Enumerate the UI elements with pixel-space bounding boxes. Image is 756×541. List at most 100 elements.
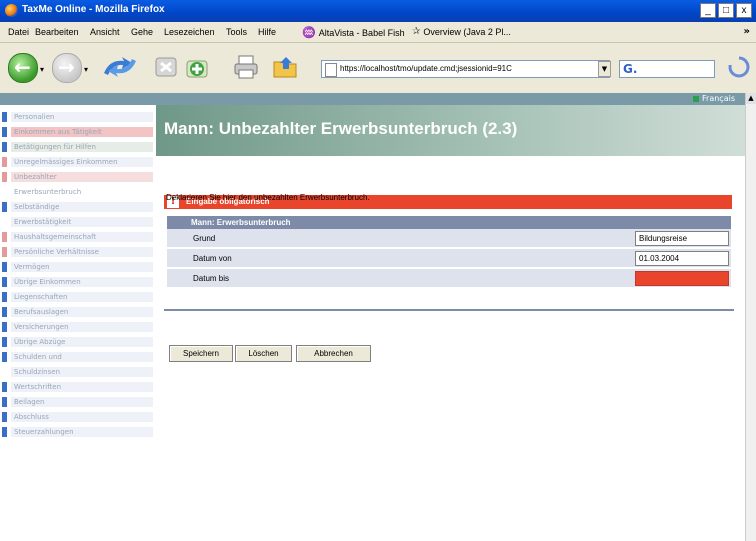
sidebar-item-label: Liegenschaften <box>11 292 153 302</box>
menu-overflow-chevron[interactable]: » <box>744 26 750 37</box>
chevron-down-icon[interactable]: ▾ <box>40 65 48 74</box>
sidebar-item-label: Selbständige <box>11 202 153 212</box>
chevron-down-icon[interactable]: ▾ <box>84 65 92 74</box>
menu-gehe[interactable]: Gehe <box>131 27 153 37</box>
sidebar-item-label: Versicherungen <box>11 322 153 332</box>
sidebar-marker-icon <box>2 202 7 212</box>
delete-button[interactable]: Löschen <box>235 345 292 362</box>
sidebar-item-label: Berufsauslagen <box>11 307 153 317</box>
sidebar-item-label: Einkommen aus Tätigkeit <box>11 127 153 137</box>
menu-tools[interactable]: Tools <box>226 27 247 37</box>
forward-icon[interactable] <box>52 53 82 83</box>
sidebar-item[interactable]: Betätigungen für Hilfen <box>0 141 156 153</box>
babelfish-icon: ♒ <box>302 27 316 39</box>
sidebar-item[interactable]: Versicherungen <box>0 321 156 333</box>
form-row-grund: Grund Bildungsreise <box>167 229 731 249</box>
sidebar-item[interactable]: Erwerbstätigkeit <box>0 216 156 228</box>
sidebar-marker-icon <box>2 157 7 167</box>
sidebar-item[interactable]: Steuerzahlungen <box>0 426 156 438</box>
sidebar-marker-icon <box>2 172 7 182</box>
language-switch[interactable]: Français <box>693 94 735 103</box>
cancel-button[interactable]: Abbrechen <box>296 345 371 362</box>
web-page: Français Personalien Einkommen aus Tätigk… <box>0 93 745 541</box>
page-icon <box>325 63 337 77</box>
sidebar-item[interactable]: Haushaltsgemeinschaft <box>0 231 156 243</box>
sidebar-marker-icon <box>2 112 7 122</box>
sidebar-item-label: Persönliche Verhältnisse <box>11 247 153 257</box>
window-controls: _ □ x <box>700 3 752 18</box>
maximize-button[interactable]: □ <box>718 3 734 18</box>
bookmark-altavista[interactable]: ♒ AltaVista - Babel Fish <box>302 26 405 39</box>
url-dropdown-button[interactable]: ▼ <box>598 61 611 77</box>
field-label: Grund <box>193 234 216 243</box>
back-icon[interactable] <box>8 53 38 83</box>
title-bar: TaxMe Online - Mozilla Firefox _ □ x <box>0 0 756 22</box>
bookmark-java-overview[interactable]: ✰ Overview (Java 2 Pl... <box>412 26 511 37</box>
bookmark-label: AltaVista - Babel Fish <box>318 27 405 38</box>
vertical-scrollbar[interactable]: ▲ <box>745 93 756 541</box>
stop-icon[interactable] <box>153 53 181 81</box>
sidebar-item[interactable]: Übrige Abzüge <box>0 336 156 348</box>
scroll-up-icon[interactable]: ▲ <box>746 93 756 104</box>
save-button[interactable]: Speichern <box>169 345 233 362</box>
bookmark-label: Overview (Java 2 Pl... <box>423 26 511 37</box>
sidebar-item[interactable]: Vermögen <box>0 261 156 273</box>
menu-bearbeiten[interactable]: Bearbeiten <box>35 27 79 37</box>
intro-text: Deklarieren Sie hier den unbezahlten Erw… <box>166 193 370 202</box>
sidebar-marker-icon <box>2 292 7 302</box>
menu-lesezeichen[interactable]: Lesezeichen <box>164 27 215 37</box>
field-label: Datum bis <box>193 274 230 283</box>
sidebar-item-label: Beilagen <box>11 397 153 407</box>
menu-datei[interactable]: Datei <box>8 27 29 37</box>
sidebar-item-label: Erwerbstätigkeit <box>11 217 153 227</box>
sidebar-item-label: Vermögen <box>11 262 153 272</box>
reload-icon[interactable] <box>100 53 140 81</box>
sidebar-marker-icon <box>2 277 7 287</box>
sidebar-item-label: Schulden und <box>11 352 153 362</box>
grund-input[interactable]: Bildungsreise <box>635 231 729 246</box>
sidebar-marker-icon <box>2 352 7 362</box>
close-button[interactable]: x <box>736 3 752 18</box>
menu-ansicht[interactable]: Ansicht <box>90 27 120 37</box>
sidebar-item[interactable]: Schuldzinsen <box>0 366 156 378</box>
sidebar-item-label: Übrige Abzüge <box>11 337 153 347</box>
sidebar-item[interactable]: Berufsauslagen <box>0 306 156 318</box>
sidebar-marker-icon <box>2 307 7 317</box>
sidebar-marker-icon <box>2 217 7 227</box>
sidebar-item[interactable]: Übrige Einkommen <box>0 276 156 288</box>
sidebar-item[interactable]: Unregelmässiges Einkommen <box>0 156 156 168</box>
home-icon[interactable] <box>185 53 213 81</box>
page-header: Mann: Unbezahlter Erwerbsunterbruch (2.3… <box>156 105 745 156</box>
sidebar-marker-icon <box>2 322 7 332</box>
throbber-icon <box>727 55 750 78</box>
sidebar-item[interactable]: Abschluss <box>0 411 156 423</box>
sidebar-item[interactable]: Erwerbsunterbruch <box>0 186 156 198</box>
form-section-header: Mann: Erwerbsunterbruch <box>167 216 731 229</box>
print-icon[interactable] <box>232 53 260 81</box>
sidebar-item-label: Unbezahlter <box>11 172 153 182</box>
sidebar-marker-icon <box>2 262 7 272</box>
sidebar-item[interactable]: Liegenschaften <box>0 291 156 303</box>
search-box[interactable]: G. <box>619 60 715 78</box>
minimize-button[interactable]: _ <box>700 3 716 18</box>
sidebar-item[interactable]: Schulden und <box>0 351 156 363</box>
menu-hilfe[interactable]: Hilfe <box>258 27 276 37</box>
sidebar-item[interactable]: Personalien <box>0 111 156 123</box>
sidebar-marker-icon <box>2 127 7 137</box>
sidebar-item[interactable]: Selbständige <box>0 201 156 213</box>
window-title: TaxMe Online - Mozilla Firefox <box>22 4 165 15</box>
sidebar-item[interactable]: Einkommen aus Tätigkeit <box>0 126 156 138</box>
sidebar-marker-icon <box>2 397 7 407</box>
open-folder-icon[interactable] <box>272 53 300 81</box>
url-bar[interactable]: https://localhost/tmo/update.cmd;jsessio… <box>321 60 610 78</box>
sidebar-item[interactable]: Persönliche Verhältnisse <box>0 246 156 258</box>
datum-bis-input[interactable] <box>635 271 729 286</box>
datum-von-input[interactable]: 01.03.2004 <box>635 251 729 266</box>
sidebar-marker-icon <box>2 142 7 152</box>
sidebar-item[interactable]: Wertschriften <box>0 381 156 393</box>
browser-window: TaxMe Online - Mozilla Firefox _ □ x Dat… <box>0 0 756 541</box>
sidebar-item[interactable]: Unbezahlter <box>0 171 156 183</box>
google-search-icon: G. <box>623 62 638 76</box>
sidebar-item[interactable]: Beilagen <box>0 396 156 408</box>
form-row-datum-von: Datum von 01.03.2004 <box>167 249 731 269</box>
